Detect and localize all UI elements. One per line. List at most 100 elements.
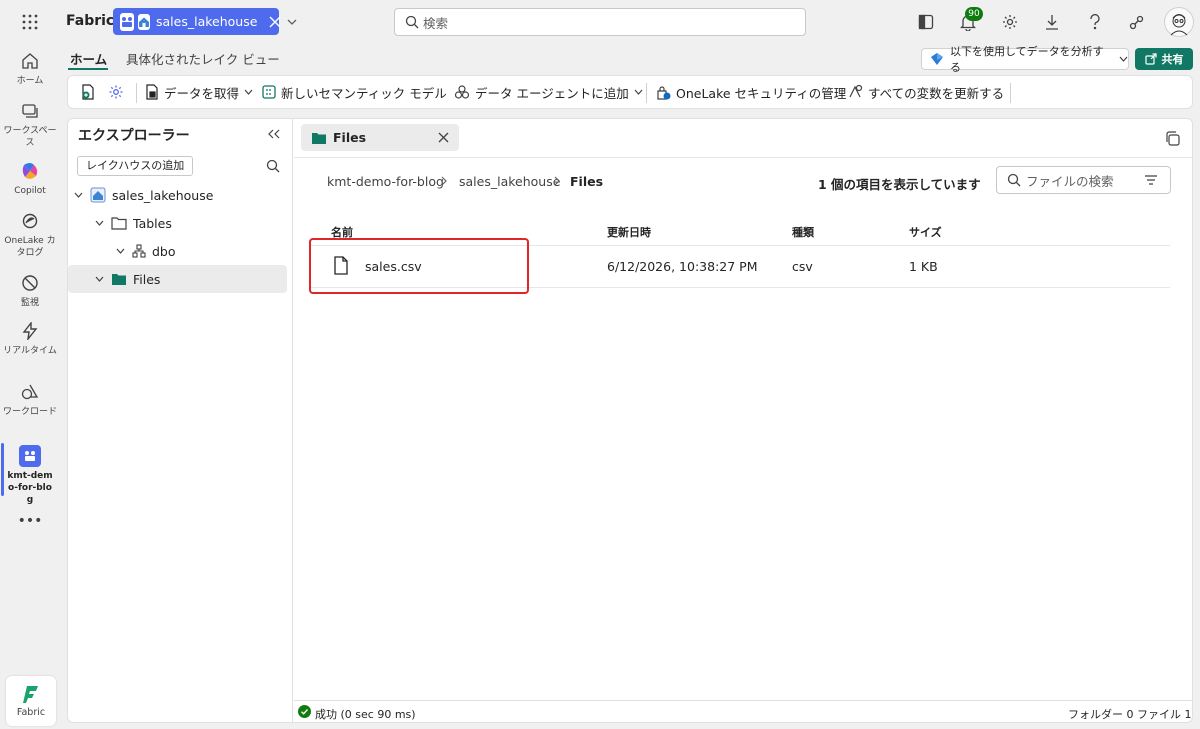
chevron-down-icon[interactable]: [284, 12, 300, 32]
rail-item-monitor[interactable]: 監視: [3, 272, 57, 309]
toolbar-divider: [646, 83, 647, 103]
tree-item-sales-lakehouse[interactable]: sales_lakehouse: [74, 181, 213, 209]
rail-item-realtime[interactable]: リアルタイム: [3, 320, 57, 357]
status-divider: [294, 700, 1192, 701]
copy-icon[interactable]: [1162, 128, 1182, 148]
lakehouse-icon: [90, 187, 106, 203]
workspace-pill-label: sales_lakehouse: [156, 14, 258, 29]
file-search-input[interactable]: ファイルの検索: [996, 166, 1171, 194]
close-icon[interactable]: [269, 16, 281, 28]
files-tab-label: Files: [333, 130, 367, 145]
rail-label: ワークスペース: [3, 126, 57, 148]
onelake-catalog-icon: [19, 210, 41, 232]
fabric-logo-icon: [21, 684, 41, 704]
rail-label: OneLake カタログ: [4, 236, 56, 258]
panel-toggle-icon[interactable]: [912, 9, 940, 35]
tree-item-label: Files: [133, 271, 161, 287]
get-data-label: データを取得: [164, 85, 240, 101]
tab-home[interactable]: ホーム: [70, 49, 107, 68]
share-feedback-icon[interactable]: [1123, 9, 1151, 35]
breadcrumb-current: Files: [570, 174, 604, 189]
filter-icon[interactable]: [1144, 174, 1158, 186]
rail-item-workspaces[interactable]: ワークスペース: [3, 100, 57, 149]
rail-item-workloads[interactable]: ワークロード: [3, 381, 57, 418]
app-launcher-icon[interactable]: [16, 9, 44, 35]
new-semantic-model-button[interactable]: 新しいセマンティック モデル: [262, 76, 447, 108]
tab-files[interactable]: Files: [301, 124, 459, 151]
tab-materialized-views[interactable]: 具体化されたレイク ビュー: [126, 49, 280, 68]
toolbar-divider: [1010, 83, 1011, 103]
folder-filled-icon: [112, 274, 126, 285]
rail-label: ホーム: [16, 76, 44, 86]
item-count-text: 1 個の項目を表示しています: [818, 177, 981, 192]
success-check-icon: [298, 705, 311, 718]
chevron-down-icon: [74, 192, 83, 198]
gear-icon[interactable]: [996, 9, 1024, 35]
gear-icon[interactable]: [108, 76, 129, 108]
toolbar-divider: [136, 83, 137, 103]
tree-item-files[interactable]: Files: [95, 265, 160, 293]
add-to-data-agent-button[interactable]: データ エージェントに追加: [454, 76, 648, 108]
column-header-size[interactable]: サイズ: [909, 224, 942, 240]
search-icon: [1007, 173, 1021, 187]
avatar[interactable]: [1164, 7, 1194, 37]
brand-name[interactable]: Fabric: [66, 13, 114, 29]
explorer-title: エクスプローラー: [78, 128, 190, 144]
refresh-variables-button[interactable]: すべての変数を更新する: [847, 76, 1004, 108]
tree-item-label: dbo: [152, 243, 176, 259]
folder-icon: [111, 217, 127, 230]
tree-item-tables[interactable]: Tables: [95, 209, 172, 237]
new-item-icon[interactable]: [80, 76, 101, 108]
global-search-input[interactable]: 検索: [394, 8, 806, 36]
share-label: 共有: [1161, 53, 1184, 66]
folder-filled-icon: [312, 132, 326, 144]
search-icon: [405, 15, 419, 29]
analyze-data-button[interactable]: 以下を使用してデータを分析する: [921, 45, 1129, 74]
more-icon[interactable]: •••: [3, 513, 57, 529]
tree-item-dbo[interactable]: dbo: [116, 237, 176, 265]
power-bi-icon: [930, 52, 944, 66]
column-header-type[interactable]: 種類: [792, 224, 814, 240]
share-button[interactable]: 共有: [1135, 48, 1193, 70]
monitor-icon: [19, 272, 41, 294]
chevron-down-icon: [1119, 56, 1128, 62]
fabric-switcher[interactable]: Fabric: [6, 676, 56, 726]
workspace-item-pill[interactable]: sales_lakehouse: [113, 8, 281, 35]
file-modified: 6/12/2026, 10:38:27 PM: [607, 259, 758, 274]
share-icon: [1144, 53, 1157, 65]
onelake-security-button[interactable]: OneLake セキュリティの管理: [656, 76, 846, 108]
main-panel: [293, 118, 1193, 723]
ribbon-toolbar: データを取得 新しいセマンティック モデル データ エージェントに追加 OneL…: [67, 75, 1193, 109]
lock-icon: [657, 85, 671, 100]
realtime-icon: [19, 320, 41, 342]
collapse-panel-icon[interactable]: [265, 125, 283, 143]
rail-item-copilot[interactable]: Copilot: [3, 160, 57, 197]
rail-item-home[interactable]: ホーム: [3, 50, 57, 87]
get-data-button[interactable]: データを取得: [145, 76, 258, 108]
chevron-right-icon: [441, 176, 447, 186]
chevron-down-icon: [244, 89, 253, 95]
close-icon[interactable]: [438, 132, 449, 143]
add-lakehouse-button[interactable]: レイクハウスの追加: [77, 156, 194, 176]
notification-count-badge: 90: [965, 7, 983, 21]
download-icon[interactable]: [1038, 9, 1066, 35]
chevron-down-icon: [95, 220, 104, 226]
fabric-label: Fabric: [16, 707, 46, 718]
data-agent-icon: [454, 85, 470, 99]
search-icon[interactable]: [264, 157, 282, 175]
rail-label: リアルタイム: [3, 346, 57, 356]
help-icon[interactable]: [1081, 9, 1109, 35]
rail-item-kmt-demo-for-blog[interactable]: kmt-demo-for-blog: [3, 445, 57, 506]
workspace-icon: [19, 445, 41, 467]
new-semantic-model-label: 新しいセマンティック モデル: [281, 85, 447, 101]
column-header-modified[interactable]: 更新日時: [607, 224, 651, 240]
file-type: csv: [792, 259, 813, 274]
chevron-down-icon: [95, 276, 104, 282]
rail-item-onelake-catalog[interactable]: OneLake カタログ: [3, 210, 57, 259]
breadcrumb-lakehouse[interactable]: sales_lakehouse: [459, 174, 560, 189]
semantic-model-icon: [262, 85, 276, 99]
copilot-icon: [19, 160, 41, 182]
variables-refresh-icon: [849, 84, 863, 98]
breadcrumb-workspace[interactable]: kmt-demo-for-blog: [327, 174, 444, 189]
add-to-data-agent-label: データ エージェントに追加: [475, 85, 629, 101]
